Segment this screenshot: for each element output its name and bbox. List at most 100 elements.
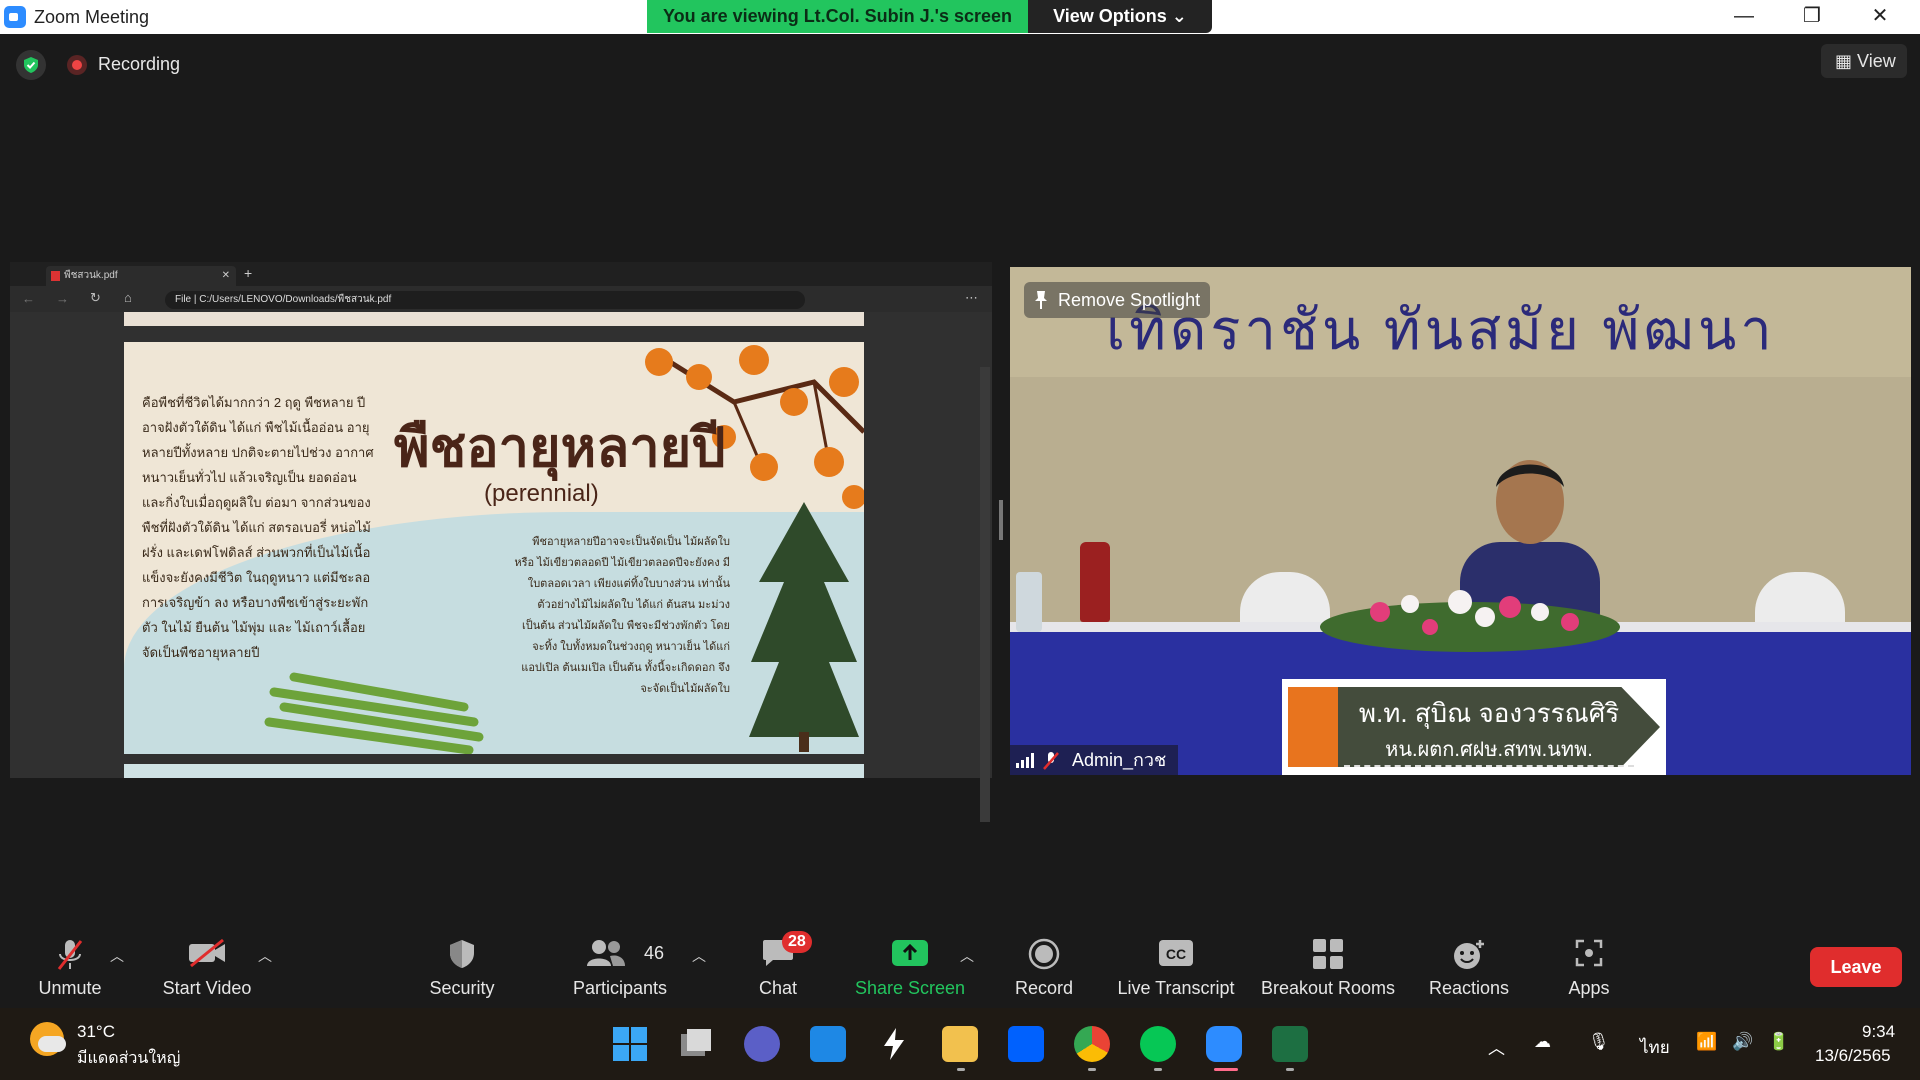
browser-tab[interactable]: พืชสวนk.pdf ✕ (46, 266, 236, 286)
split-view-handle[interactable] (999, 500, 1003, 540)
previous-page-edge (124, 312, 864, 326)
reactions-icon (1454, 940, 1484, 969)
home-icon[interactable]: ⌂ (124, 290, 132, 305)
breakout-rooms-icon (1313, 939, 1343, 969)
wifi-icon[interactable]: 📶 (1696, 1032, 1717, 1052)
weather-temperature[interactable]: 31°C (77, 1022, 115, 1042)
viewing-banner: You are viewing Lt.Col. Subin J.'s scree… (647, 0, 1028, 33)
live-transcript-button[interactable]: CC Live Transcript (1112, 926, 1240, 1008)
slide-right-text: พืชอายุหลายปีอาจจะเป็นจัดเป็น ไม้ผลัดใบ … (514, 536, 730, 695)
chat-unread-badge: 28 (782, 931, 812, 953)
running-indicator (1088, 1068, 1096, 1071)
view-options-button[interactable]: View Options ⌄ (1028, 0, 1212, 33)
pin-icon (1035, 291, 1047, 309)
back-icon[interactable]: ← (22, 291, 35, 306)
next-page-edge (124, 764, 864, 778)
view-button[interactable]: ▦ View (1821, 44, 1907, 78)
view-label: View (1857, 51, 1896, 71)
security-button[interactable]: Security (410, 926, 514, 1008)
apps-button[interactable]: Apps (1548, 926, 1630, 1008)
weather-description[interactable]: มีแดดส่วนใหญ่ (77, 1046, 180, 1071)
url-value: C:/Users/LENOVO/Downloads/พืชสวนk.pdf (199, 294, 392, 305)
meeting-toolbar: Unmute ︿ Start Video ︿ Security 46 Parti… (0, 926, 1920, 1008)
reactions-button[interactable]: Reactions (1424, 926, 1514, 1008)
clock-time[interactable]: 9:34 (1862, 1022, 1895, 1042)
volume-icon[interactable]: 🔊 (1732, 1032, 1753, 1052)
breakout-rooms-label: Breakout Rooms (1260, 978, 1396, 998)
recording-label: Recording (98, 54, 181, 74)
lightning-app-icon[interactable] (876, 1026, 912, 1062)
breakout-rooms-button[interactable]: Breakout Rooms (1258, 926, 1398, 1008)
shield-icon (450, 940, 474, 968)
slide-subtitle: (perennial) (484, 480, 599, 507)
new-tab-icon[interactable]: + (244, 265, 252, 281)
remove-spotlight-button[interactable]: Remove Spotlight (1024, 282, 1211, 318)
slide-title: พืชอายุหลายปี (394, 415, 726, 479)
flower-arrangement (1320, 590, 1620, 652)
unmute-button[interactable]: Unmute (18, 926, 122, 1008)
close-button[interactable]: ✕ (1846, 0, 1914, 34)
pdf-scrollbar[interactable] (980, 367, 990, 822)
record-button[interactable]: Record (1004, 926, 1084, 1008)
speaker-video: เทิดราชัน ทันสมัย พัฒนา พ.ท. สุบิณ จองวร… (1010, 267, 1911, 775)
excel-icon[interactable] (1272, 1026, 1308, 1062)
onedrive-cloud-icon[interactable]: ☁ (1534, 1032, 1551, 1052)
chat-label: Chat (758, 978, 798, 998)
line-app-icon[interactable] (1140, 1026, 1176, 1062)
mail-icon[interactable] (810, 1026, 846, 1062)
video-options-caret-icon[interactable]: ︿ (258, 946, 272, 966)
running-indicator (957, 1068, 965, 1071)
share-options-caret-icon[interactable]: ︿ (960, 946, 974, 966)
battery-icon[interactable]: 🔋 (1768, 1032, 1789, 1052)
shared-screen: พืชสวนk.pdf ✕ + ← → ↻ ⌂ File | C:/Users/L… (10, 262, 992, 822)
refresh-icon[interactable]: ↻ (90, 290, 101, 306)
participants-caret-icon[interactable]: ︿ (692, 946, 706, 966)
minimize-button[interactable]: — (1710, 0, 1778, 34)
pine-tree-image (749, 502, 859, 752)
reactions-label: Reactions (1428, 978, 1510, 998)
nameplate-accent (1288, 687, 1338, 767)
live-transcript-label: Live Transcript (1117, 978, 1235, 998)
url-field[interactable]: File | C:/Users/LENOVO/Downloads/พืชสวนk… (165, 291, 805, 309)
input-language[interactable]: ไทย (1640, 1034, 1670, 1061)
dropbox-icon[interactable] (1008, 1026, 1044, 1062)
clock-date[interactable]: 13/6/2565 (1815, 1046, 1891, 1066)
running-indicator (1286, 1068, 1294, 1071)
show-hidden-icons-chevron-icon[interactable]: ︿ (1488, 1034, 1505, 1059)
participants-label: Participants (572, 978, 668, 998)
chrome-icon[interactable] (1074, 1026, 1110, 1062)
microphone-tray-icon[interactable]: 🎙 (1588, 1032, 1610, 1052)
view-options-label: View Options (1053, 6, 1167, 26)
remove-spotlight-label: Remove Spotlight (1058, 290, 1201, 310)
start-video-button[interactable]: Start Video (152, 926, 262, 1008)
mic-muted-icon (57, 940, 83, 970)
chat-button[interactable]: 28 Chat (740, 926, 816, 1008)
record-icon (1028, 938, 1060, 970)
pdf-icon (51, 271, 60, 281)
more-icon[interactable]: ⋯ (965, 290, 978, 306)
tab-close-icon[interactable]: ✕ (222, 266, 230, 286)
forward-icon[interactable]: → (56, 291, 69, 306)
share-screen-label: Share Screen (854, 978, 966, 998)
audio-options-caret-icon[interactable]: ︿ (110, 946, 124, 966)
thermos-bottle (1080, 542, 1110, 622)
security-shield-icon[interactable] (16, 50, 46, 80)
file-explorer-icon[interactable] (942, 1026, 978, 1062)
muted-mic-icon (1043, 752, 1059, 770)
start-menu-icon[interactable] (612, 1026, 648, 1062)
weather-cloud-icon (38, 1036, 66, 1052)
apps-label: Apps (1568, 978, 1610, 998)
task-view-icon[interactable] (678, 1026, 714, 1062)
url-prefix: File (175, 294, 192, 305)
recording-icon (67, 55, 87, 75)
zoom-taskbar-icon[interactable] (1206, 1026, 1242, 1062)
restore-button[interactable]: ❐ (1778, 0, 1846, 34)
share-screen-button[interactable]: Share Screen (852, 926, 968, 1008)
participants-button[interactable]: 46 Participants (560, 926, 680, 1008)
apps-icon (1575, 939, 1603, 967)
cc-icon: CC (1159, 940, 1193, 966)
leave-button[interactable]: Leave (1810, 947, 1902, 987)
teams-chat-icon[interactable] (744, 1026, 780, 1062)
nameplate-name: พ.ท. สุบิณ จองวรรณศิริ (1358, 698, 1620, 728)
address-bar: ← → ↻ ⌂ File | C:/Users/LENOVO/Downloads… (10, 286, 992, 312)
